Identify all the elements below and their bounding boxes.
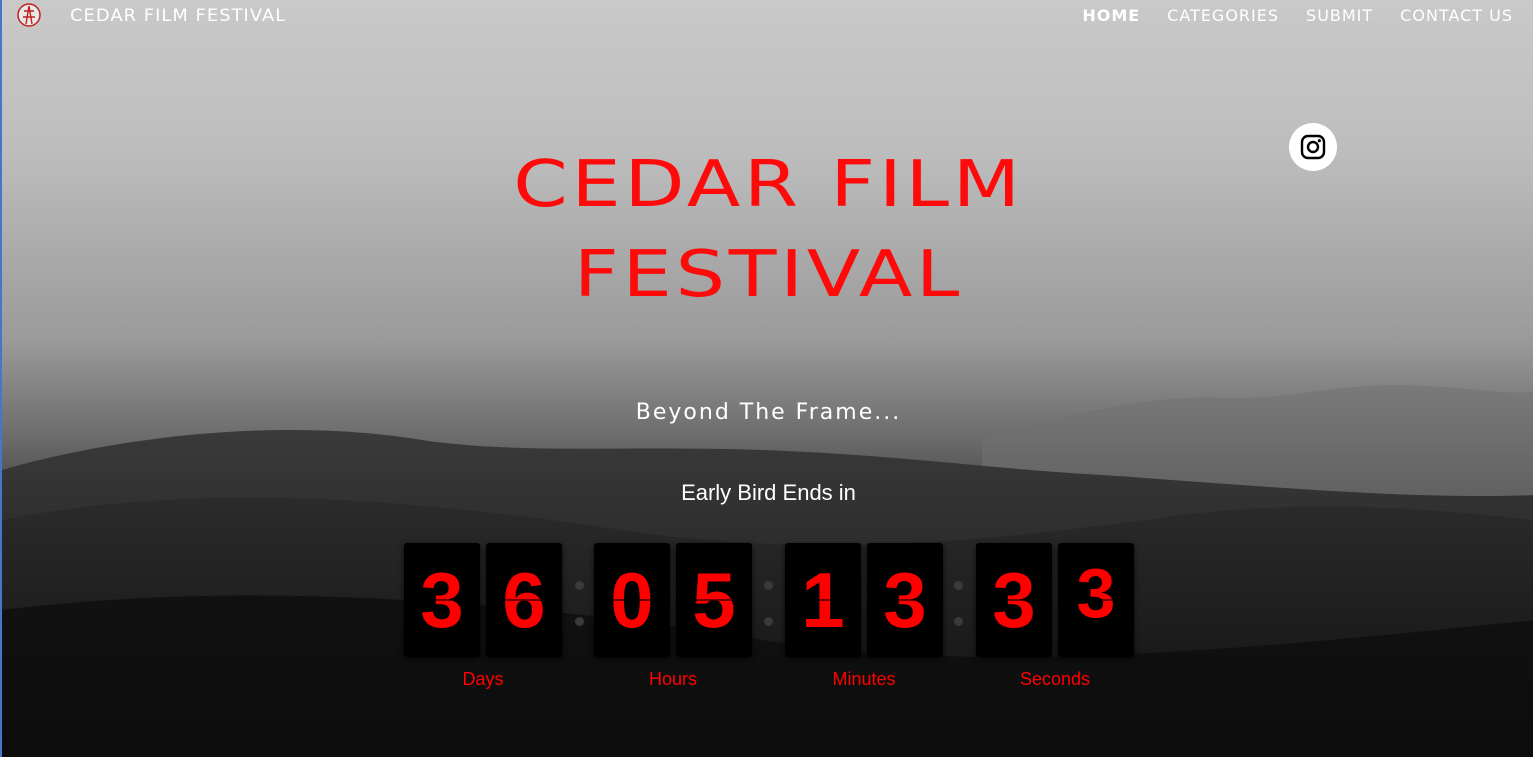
nav-submit[interactable]: SUBMIT [1306, 6, 1373, 25]
separator-dot [575, 617, 584, 626]
countdown-heading: Early Bird Ends in [681, 480, 856, 505]
nav-home[interactable]: HOME [1082, 6, 1140, 25]
seconds-digit-1: 3 [976, 543, 1052, 657]
hero-tagline: Beyond The Frame... [635, 400, 902, 425]
hero-title: CEDAR FILM FESTIVAL [2, 140, 1533, 320]
page: CEDAR FILM FESTIVAL HOME CATEGORIES SUBM… [0, 0, 1533, 757]
hours-digit-2: 5 [676, 543, 752, 657]
hours-digit-1: 0 [594, 543, 670, 657]
background-dunes [2, 385, 1533, 757]
minutes-digit-2: 3 [867, 543, 943, 657]
nav-categories[interactable]: CATEGORIES [1167, 6, 1279, 25]
festival-logo[interactable] [14, 2, 44, 28]
seconds-label: Seconds [1019, 669, 1091, 689]
separator-dot [764, 617, 773, 626]
hours-label: Hours [648, 669, 697, 689]
seconds-digit-2: 3 [1058, 543, 1134, 657]
hero-title-line-1: CEDAR FILM [513, 148, 1024, 222]
site-name[interactable]: CEDAR FILM FESTIVAL [70, 6, 286, 26]
nav-contact-us[interactable]: CONTACT US [1400, 6, 1513, 25]
separator-dot [954, 617, 963, 626]
hero-title-line-2: FESTIVAL [573, 238, 964, 312]
days-digit-1: 3 [404, 543, 480, 657]
main-nav: HOME CATEGORIES SUBMIT CONTACT US [1082, 6, 1513, 25]
separator-dot [954, 581, 963, 590]
minutes-label: Minutes [832, 669, 896, 689]
days-digit-2: 6 [486, 543, 562, 657]
days-label: Days [462, 669, 504, 689]
minutes-digit-1: 1 [785, 543, 861, 657]
separator-dot [575, 581, 584, 590]
separator-dot [764, 581, 773, 590]
